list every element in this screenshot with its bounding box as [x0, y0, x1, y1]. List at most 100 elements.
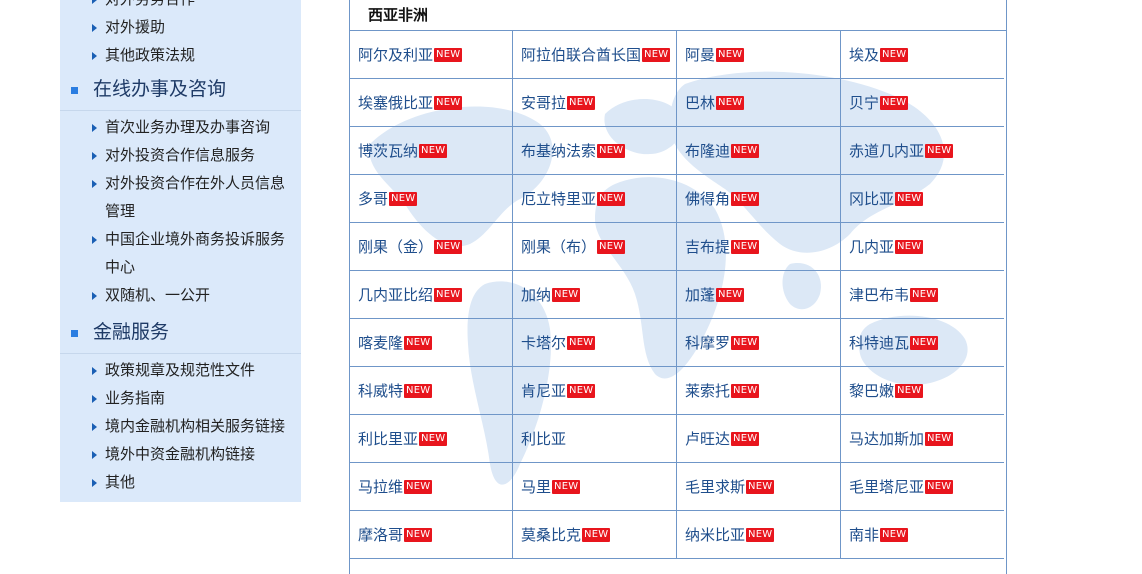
- country-link[interactable]: 阿拉伯联合酋长国 NEW: [521, 44, 671, 65]
- new-badge: NEW: [716, 95, 745, 110]
- country-link[interactable]: 喀麦隆 NEW: [358, 332, 433, 353]
- sidebar-online-item[interactable]: 对外投资合作在外人员信息管理: [60, 170, 301, 226]
- country-link[interactable]: 几内亚比绍 NEW: [358, 284, 463, 305]
- country-name: 埃塞俄比亚: [358, 95, 434, 112]
- country-name: 马达加斯加: [849, 431, 925, 448]
- new-badge: NEW: [895, 191, 924, 206]
- sidebar-finance-item[interactable]: 业务指南: [60, 385, 301, 413]
- country-cell: 加蓬 NEW: [677, 271, 841, 319]
- new-badge: NEW: [389, 191, 418, 206]
- country-name: 加蓬: [685, 287, 716, 304]
- sidebar-online-item[interactable]: 中国企业境外商务投诉服务中心: [60, 226, 301, 282]
- new-badge: NEW: [567, 383, 596, 398]
- country-link[interactable]: 肯尼亚 NEW: [521, 380, 596, 401]
- country-link[interactable]: 加纳 NEW: [521, 284, 581, 305]
- country-link[interactable]: 莫桑比克 NEW: [521, 524, 611, 545]
- country-link[interactable]: 加蓬 NEW: [685, 284, 745, 305]
- country-link[interactable]: 贝宁 NEW: [849, 92, 909, 113]
- country-link[interactable]: 毛里塔尼亚 NEW: [849, 476, 954, 497]
- country-link[interactable]: 巴林 NEW: [685, 92, 745, 113]
- country-link[interactable]: 津巴布韦 NEW: [849, 284, 939, 305]
- country-link[interactable]: 多哥 NEW: [358, 188, 418, 209]
- country-cell: 津巴布韦 NEW: [841, 271, 1004, 319]
- country-name: 布基纳法索: [521, 143, 597, 160]
- sidebar-finance-item[interactable]: 境内金融机构相关服务链接: [60, 413, 301, 441]
- country-cell: 布隆迪 NEW: [677, 127, 841, 175]
- sidebar-finance-item[interactable]: 其他: [60, 469, 301, 497]
- country-name: 莱索托: [685, 383, 731, 400]
- country-link[interactable]: 科特迪瓦 NEW: [849, 332, 939, 353]
- country-link[interactable]: 厄立特里亚 NEW: [521, 188, 626, 209]
- country-link[interactable]: 毛里求斯 NEW: [685, 476, 775, 497]
- country-cell: 博茨瓦纳 NEW: [350, 127, 513, 175]
- sidebar-policy-item[interactable]: 对外劳务合作: [60, 0, 301, 14]
- country-link[interactable]: 摩洛哥 NEW: [358, 524, 433, 545]
- sidebar-policy-item-label: 对外劳务合作: [105, 0, 195, 8]
- sidebar-finance-item-label: 业务指南: [105, 390, 166, 407]
- country-cell: 阿拉伯联合酋长国 NEW: [513, 31, 677, 79]
- country-name: 利比亚: [521, 431, 567, 448]
- sidebar-finance-item[interactable]: 境外中资金融机构链接: [60, 441, 301, 469]
- new-badge: NEW: [925, 479, 954, 494]
- country-link[interactable]: 几内亚 NEW: [849, 236, 924, 257]
- country-link[interactable]: 卡塔尔 NEW: [521, 332, 596, 353]
- country-link[interactable]: 佛得角 NEW: [685, 188, 760, 209]
- country-cell: 阿曼 NEW: [677, 31, 841, 79]
- country-link[interactable]: 阿曼 NEW: [685, 44, 745, 65]
- country-link[interactable]: 马里 NEW: [521, 476, 581, 497]
- region-title: 西亚非洲: [368, 7, 429, 24]
- arrow-right-icon: [92, 180, 97, 188]
- arrow-right-icon: [92, 0, 97, 4]
- country-name: 阿曼: [685, 47, 716, 64]
- country-link[interactable]: 南非 NEW: [849, 524, 909, 545]
- country-link[interactable]: 博茨瓦纳 NEW: [358, 140, 448, 161]
- country-link[interactable]: 马拉维 NEW: [358, 476, 433, 497]
- country-name: 安哥拉: [521, 95, 567, 112]
- country-link[interactable]: 科摩罗 NEW: [685, 332, 760, 353]
- country-link[interactable]: 纳米比亚 NEW: [685, 524, 775, 545]
- country-link[interactable]: 赤道几内亚 NEW: [849, 140, 954, 161]
- country-name: 吉布提: [685, 239, 731, 256]
- country-link[interactable]: 布隆迪 NEW: [685, 140, 760, 161]
- country-link[interactable]: 莱索托 NEW: [685, 380, 760, 401]
- new-badge: NEW: [731, 239, 760, 254]
- country-link[interactable]: 卢旺达 NEW: [685, 428, 760, 449]
- sidebar-online-item[interactable]: 对外投资合作信息服务: [60, 142, 301, 170]
- sidebar-online-item[interactable]: 首次业务办理及办事咨询: [60, 114, 301, 142]
- country-cell: 利比里亚 NEW: [350, 415, 513, 463]
- country-link[interactable]: 利比亚: [521, 428, 566, 449]
- new-badge: NEW: [716, 287, 745, 302]
- section-online-services[interactable]: 在线办事及咨询: [60, 70, 301, 111]
- sidebar-online-item-label: 对外投资合作在外人员信息管理: [105, 175, 286, 220]
- country-link[interactable]: 安哥拉 NEW: [521, 92, 596, 113]
- sidebar-policy-item[interactable]: 对外援助: [60, 14, 301, 42]
- country-link[interactable]: 吉布提 NEW: [685, 236, 760, 257]
- country-cell: 佛得角 NEW: [677, 175, 841, 223]
- country-link[interactable]: 黎巴嫩 NEW: [849, 380, 924, 401]
- country-link[interactable]: 利比里亚 NEW: [358, 428, 448, 449]
- country-cell: 多哥 NEW: [350, 175, 513, 223]
- new-badge: NEW: [731, 143, 760, 158]
- country-link[interactable]: 布基纳法索 NEW: [521, 140, 626, 161]
- sidebar-finance-item[interactable]: 政策规章及规范性文件: [60, 357, 301, 385]
- country-link[interactable]: 刚果（金） NEW: [358, 236, 463, 257]
- country-link[interactable]: 马达加斯加 NEW: [849, 428, 954, 449]
- new-badge: NEW: [731, 431, 760, 446]
- section-finance-services[interactable]: 金融服务: [60, 313, 301, 354]
- new-badge: NEW: [925, 431, 954, 446]
- sidebar-policy-item[interactable]: 其他政策法规: [60, 42, 301, 70]
- country-name: 加纳: [521, 287, 552, 304]
- country-link[interactable]: 埃及 NEW: [849, 44, 909, 65]
- country-link[interactable]: 科威特 NEW: [358, 380, 433, 401]
- country-link[interactable]: 阿尔及利亚 NEW: [358, 44, 463, 65]
- country-cell: 冈比亚 NEW: [841, 175, 1004, 223]
- country-cell: 喀麦隆 NEW: [350, 319, 513, 367]
- sidebar-finance-item-label: 政策规章及规范性文件: [105, 362, 256, 379]
- country-link[interactable]: 埃塞俄比亚 NEW: [358, 92, 463, 113]
- new-badge: NEW: [642, 47, 671, 62]
- sidebar-policy-item-label: 对外援助: [105, 19, 166, 36]
- sidebar-online-item[interactable]: 双随机、一公开: [60, 282, 301, 310]
- sidebar-policy-item-label: 其他政策法规: [105, 47, 196, 64]
- country-link[interactable]: 刚果（布） NEW: [521, 236, 626, 257]
- country-link[interactable]: 冈比亚 NEW: [849, 188, 924, 209]
